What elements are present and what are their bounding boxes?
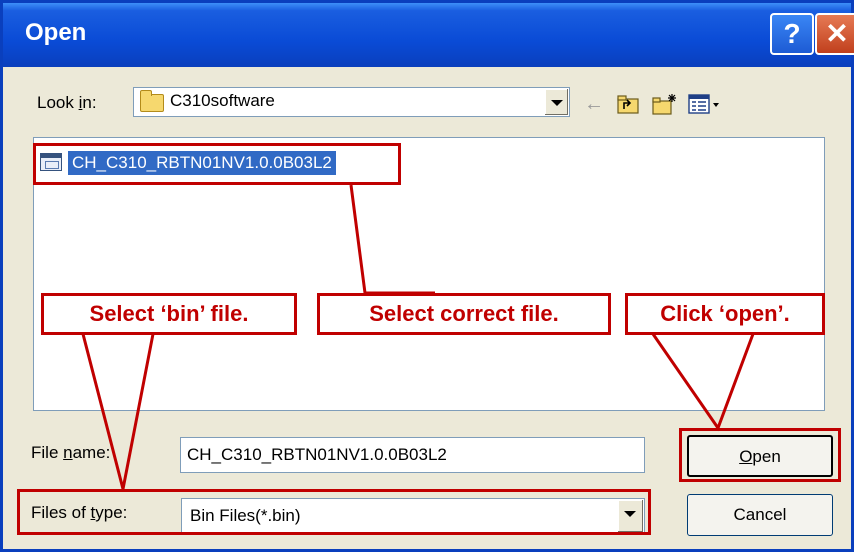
callout-pointers bbox=[81, 184, 755, 490]
open-dialog: Open ? ✕ Look in: C310software ← CH_C310… bbox=[0, 0, 854, 552]
callout-select-file: Select correct file. bbox=[317, 293, 611, 335]
callout-select-bin: Select ‘bin’ file. bbox=[41, 293, 297, 335]
callout-click-open: Click ‘open’. bbox=[625, 293, 825, 335]
